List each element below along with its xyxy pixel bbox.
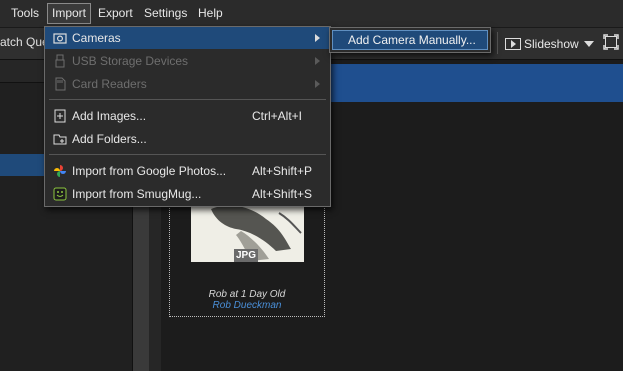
thumbnail-card[interactable]: JPG Rob at 1 Day Old Rob Dueckman (169, 190, 325, 317)
menu-separator (49, 154, 326, 155)
menu-help[interactable]: Help (194, 4, 227, 23)
toolbar-divider (497, 32, 498, 54)
slideshow-icon (505, 38, 521, 50)
menu-settings[interactable]: Settings (140, 4, 191, 23)
slideshow-label: Slideshow (524, 37, 579, 51)
add-image-icon (53, 109, 67, 123)
google-photos-icon (53, 164, 67, 178)
submenu-arrow-icon (315, 57, 320, 65)
menu-separator (49, 99, 326, 100)
add-camera-manually-item[interactable]: Add Camera Manually... (332, 30, 488, 50)
chevron-down-icon[interactable] (584, 41, 594, 47)
menu-shortcut: Alt+Shift+S (252, 187, 313, 201)
menu-shortcut: Ctrl+Alt+I (252, 109, 303, 123)
add-folder-icon (53, 132, 67, 146)
menu-bar: Tools Import Export Settings Help (0, 0, 623, 28)
menu-item-label: Add Camera Manually... (348, 33, 476, 47)
photo-thumbnail: JPG (191, 201, 304, 262)
menu-item-add-folders[interactable]: Add Folders... (45, 128, 330, 150)
import-menu: Cameras USB Storage Devices Card Readers… (44, 26, 331, 207)
batch-queue-button[interactable]: atch Que (0, 35, 49, 49)
submenu-arrow-icon (315, 34, 320, 42)
menu-item-label: Import from Google Photos... (72, 164, 227, 178)
menu-export[interactable]: Export (94, 4, 137, 23)
menu-item-label: Import from SmugMug... (72, 187, 202, 201)
menu-item-label: Add Images... (72, 109, 147, 123)
thumbnail-author[interactable]: Rob Dueckman (170, 300, 324, 311)
submenu-arrow-icon (315, 80, 320, 88)
menu-item-add-images[interactable]: Add Images... Ctrl+Alt+I (45, 105, 330, 127)
menu-item-label: Card Readers (72, 77, 147, 91)
menu-item-card-readers[interactable]: Card Readers (45, 73, 330, 95)
thumbnail-caption: Rob at 1 Day Old (208, 289, 286, 300)
menu-import[interactable]: Import (47, 3, 92, 24)
card-reader-icon (53, 77, 67, 91)
menu-shortcut: Alt+Shift+P (252, 164, 313, 178)
menu-item-google-photos[interactable]: Import from Google Photos... Alt+Shift+P (45, 160, 330, 182)
usb-icon (53, 54, 67, 68)
smugmug-icon (53, 187, 67, 201)
camera-icon (53, 31, 67, 45)
menu-item-cameras[interactable]: Cameras (45, 27, 330, 49)
menu-item-label: Add Folders... (72, 132, 147, 146)
menu-item-label: USB Storage Devices (72, 54, 189, 68)
menu-item-smugmug[interactable]: Import from SmugMug... Alt+Shift+S (45, 183, 330, 205)
cameras-submenu: Add Camera Manually... (329, 27, 491, 53)
menu-item-usb-storage[interactable]: USB Storage Devices (45, 50, 330, 72)
slideshow-button[interactable]: Slideshow (505, 35, 579, 53)
fullscreen-icon[interactable] (603, 34, 619, 50)
file-type-badge: JPG (234, 249, 259, 262)
menu-tools[interactable]: Tools (7, 4, 43, 23)
menu-item-label: Cameras (72, 31, 121, 45)
